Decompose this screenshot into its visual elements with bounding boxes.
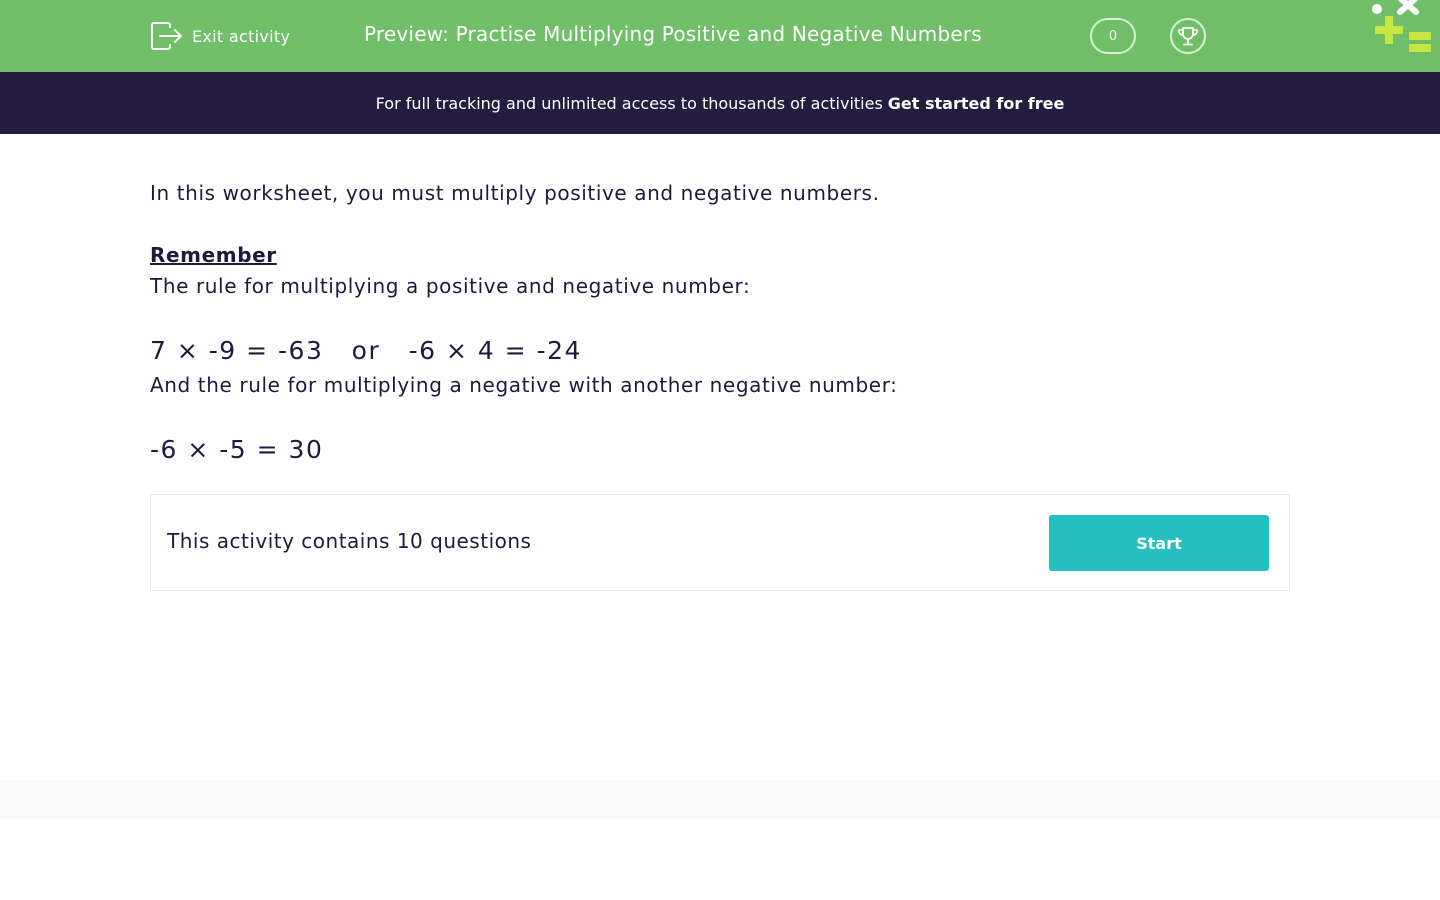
example-positive-negative: 7 × -9 = -63 or -6 × 4 = -24 [150,336,582,365]
start-button[interactable]: Start [1049,515,1269,571]
top-bar: Exit activity Preview: Practise Multiply… [0,0,1440,72]
trophy-button[interactable] [1170,18,1206,54]
intro-text: In this worksheet, you must multiply pos… [150,181,880,205]
trophy-icon [1178,27,1198,46]
exit-activity-button[interactable]: Exit activity [150,20,290,52]
question-count: This activity contains 10 questions [167,529,532,553]
footer-strip [0,780,1440,819]
rule-negative-negative: And the rule for multiplying a negative … [150,373,898,397]
score-badge: 0 [1090,18,1136,54]
get-started-link[interactable]: Get started for free [888,94,1065,113]
remember-heading: Remember [150,243,277,267]
page-title: Preview: Practise Multiplying Positive a… [364,22,982,46]
exit-activity-label: Exit activity [192,26,291,46]
banner-text: For full tracking and unlimited access t… [375,93,883,113]
exit-icon [151,22,182,50]
brand-logo [1372,0,1431,52]
rule-positive-negative: The rule for multiplying a positive and … [150,274,751,298]
promo-banner: For full tracking and unlimited access t… [0,72,1440,134]
example-negative-negative: -6 × -5 = 30 [150,435,324,464]
activity-card: This activity contains 10 questions Star… [150,494,1290,591]
